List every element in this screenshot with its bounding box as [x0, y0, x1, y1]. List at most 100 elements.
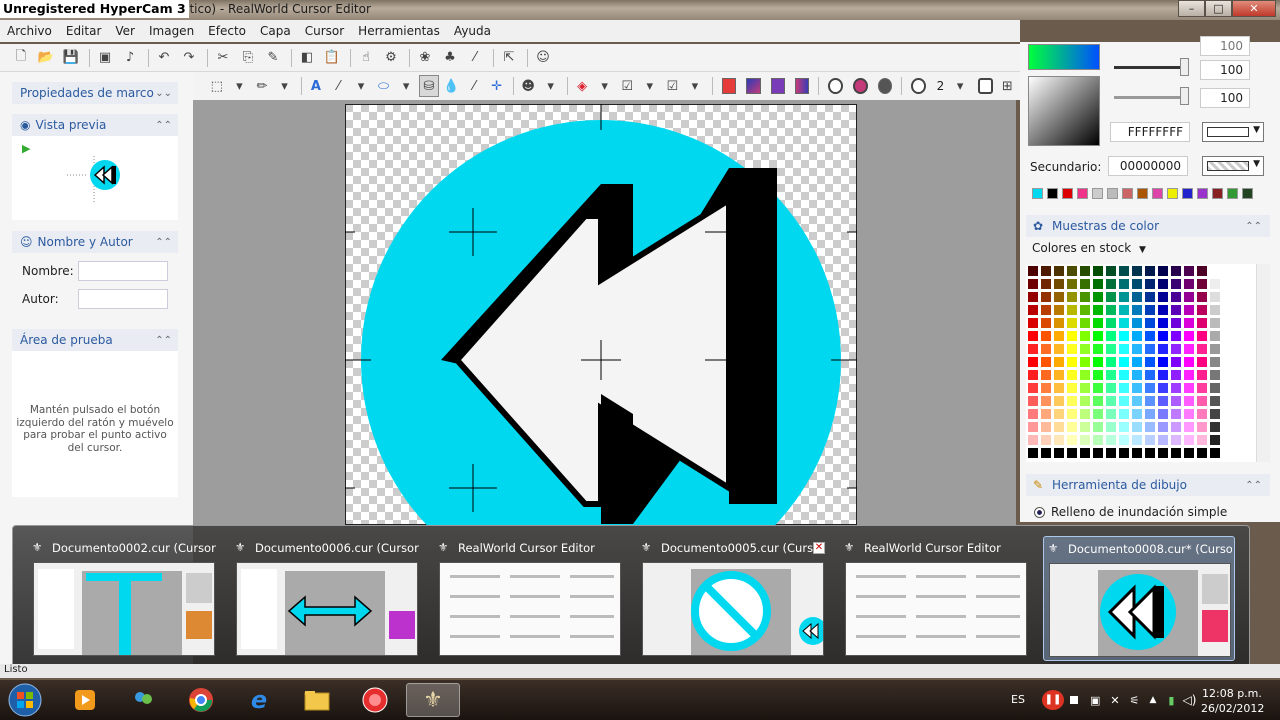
palette-swatch[interactable]	[1197, 318, 1207, 328]
taskbar-messenger[interactable]	[116, 683, 170, 717]
menu-capa[interactable]: Capa	[253, 20, 298, 42]
palette-swatch[interactable]	[1171, 357, 1181, 367]
shape-outline[interactable]	[828, 78, 843, 94]
show-hidden-icon[interactable]: ▲	[1150, 695, 1157, 705]
palette-swatch[interactable]	[1106, 279, 1116, 289]
brush-tool-icon[interactable]: ⁄	[329, 75, 349, 97]
palette-swatch[interactable]	[1041, 266, 1051, 276]
mute-icon[interactable]: ⚟	[1130, 694, 1140, 707]
primary-color-dropdown[interactable]: ▼	[1202, 122, 1264, 142]
palette-swatch[interactable]	[1145, 279, 1155, 289]
value-2-field[interactable]: 100	[1200, 88, 1250, 108]
palette-swatch[interactable]	[1171, 305, 1181, 315]
palette-swatch[interactable]	[1093, 305, 1103, 315]
hue-strip[interactable]	[1028, 44, 1100, 70]
palette-swatch[interactable]	[1028, 331, 1038, 341]
palette-swatch[interactable]	[1106, 383, 1116, 393]
palette-swatch[interactable]	[1119, 331, 1129, 341]
palette-swatch[interactable]	[1132, 266, 1142, 276]
palette-swatch[interactable]	[1041, 292, 1051, 302]
check-icon[interactable]: ☑	[663, 75, 683, 97]
palette-swatch[interactable]	[1197, 422, 1207, 432]
palette-swatch[interactable]	[1080, 331, 1090, 341]
hotspot-icon[interactable]: ☝	[355, 47, 377, 69]
palette-swatch[interactable]	[1210, 266, 1220, 276]
palette-swatch[interactable]	[1197, 435, 1207, 445]
primary-hex-field[interactable]: FFFFFFFF	[1110, 122, 1190, 142]
palette-swatch[interactable]	[1119, 279, 1129, 289]
thumb-documento0008[interactable]: ⚜ Documento0008.cur* (Cursor es...	[1043, 536, 1235, 661]
palette-swatch[interactable]	[1210, 448, 1220, 458]
palette-swatch[interactable]	[1132, 435, 1142, 445]
palette-swatch[interactable]	[1106, 448, 1116, 458]
palette-swatch[interactable]	[1145, 435, 1155, 445]
dropdown-icon[interactable]: ▾	[950, 75, 970, 97]
palette-swatch[interactable]	[1210, 422, 1220, 432]
dropdown-icon[interactable]: ▾	[595, 75, 615, 97]
eyedropper-icon[interactable]: ⁄	[464, 75, 484, 97]
palette-swatch[interactable]	[1119, 409, 1129, 419]
palette-swatch[interactable]	[1119, 305, 1129, 315]
menu-efecto[interactable]: Efecto	[201, 20, 253, 42]
line-width-icon[interactable]	[910, 78, 926, 94]
palette-swatch[interactable]	[1158, 396, 1168, 406]
palette-swatch[interactable]	[1080, 435, 1090, 445]
palette-swatch[interactable]	[1184, 331, 1194, 341]
palette-swatch[interactable]	[1184, 448, 1194, 458]
palette-swatch[interactable]	[1171, 292, 1181, 302]
shape-filled[interactable]	[877, 78, 893, 94]
palette-swatch[interactable]	[1171, 448, 1181, 458]
palette-swatch[interactable]	[1080, 383, 1090, 393]
palette-swatch[interactable]	[1067, 370, 1077, 380]
palette-swatch[interactable]	[1132, 279, 1142, 289]
redo-icon[interactable]: ↷	[178, 47, 200, 69]
palette-swatch[interactable]	[1119, 396, 1129, 406]
new-icon[interactable]: 🗋	[10, 47, 32, 69]
palette-swatch[interactable]	[1210, 344, 1220, 354]
palette-swatch[interactable]	[1119, 422, 1129, 432]
palette-swatch[interactable]	[1119, 357, 1129, 367]
slider-knob-1[interactable]	[1180, 58, 1189, 76]
palette-swatch[interactable]	[1210, 383, 1220, 393]
palette-swatch[interactable]	[1028, 422, 1038, 432]
recent-color-swatch[interactable]	[1182, 188, 1193, 199]
thumb-documento0006[interactable]: ⚜ Documento0006.cur (Cursor est...	[231, 536, 423, 661]
palette-swatch[interactable]	[1067, 331, 1077, 341]
palette-swatch[interactable]	[1132, 292, 1142, 302]
palette-swatch[interactable]	[1067, 266, 1077, 276]
antialias-icon[interactable]	[977, 78, 993, 94]
palette-swatch[interactable]	[1158, 370, 1168, 380]
palette-swatch[interactable]	[1145, 409, 1155, 419]
palette-swatch[interactable]	[1080, 305, 1090, 315]
palette-swatch[interactable]	[1028, 318, 1038, 328]
palette-swatch[interactable]	[1158, 344, 1168, 354]
palette-swatch[interactable]	[1132, 318, 1142, 328]
palette-swatch[interactable]	[1093, 266, 1103, 276]
palette-swatch[interactable]	[1067, 344, 1077, 354]
palette-swatch[interactable]	[1197, 409, 1207, 419]
frame-properties-header[interactable]: Propiedades de marco ⌄⌄	[12, 82, 178, 104]
palette-scrollbar[interactable]	[1256, 264, 1270, 462]
paste-icon[interactable]: 📋	[321, 47, 343, 69]
cut-icon[interactable]: ✂	[212, 47, 234, 69]
capture-icon[interactable]: ▣	[94, 47, 116, 69]
layers-icon[interactable]: ◧	[296, 47, 318, 69]
palette-swatch[interactable]	[1080, 409, 1090, 419]
palette-swatch[interactable]	[1184, 370, 1194, 380]
preview-header[interactable]: ◉ Vista previa ⌃⌃	[12, 114, 178, 136]
palette-swatch[interactable]	[1106, 396, 1116, 406]
palette-swatch[interactable]	[1171, 344, 1181, 354]
taskbar-cursor-editor[interactable]: ⚜	[406, 683, 460, 717]
name-input[interactable]	[78, 261, 168, 281]
palette-swatch[interactable]	[1080, 448, 1090, 458]
check-icon[interactable]: ☑	[617, 75, 637, 97]
wand-icon[interactable]: ⁄	[464, 47, 486, 69]
palette-swatch[interactable]	[1197, 383, 1207, 393]
line-width-value[interactable]: 2	[937, 79, 945, 93]
palette-swatch[interactable]	[1106, 331, 1116, 341]
minimize-button[interactable]: –	[1178, 0, 1205, 17]
cursor-canvas[interactable]	[345, 104, 857, 525]
palette-swatch[interactable]	[1132, 370, 1142, 380]
palette-swatch[interactable]	[1067, 448, 1077, 458]
palette-swatch[interactable]	[1145, 305, 1155, 315]
